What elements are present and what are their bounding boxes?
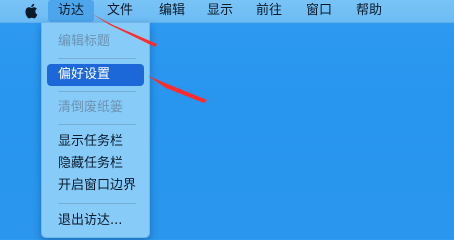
annotation-arrow-preferences (148, 76, 207, 103)
annotation-arrow-finder (92, 14, 157, 47)
annotation-arrows (92, 14, 207, 103)
